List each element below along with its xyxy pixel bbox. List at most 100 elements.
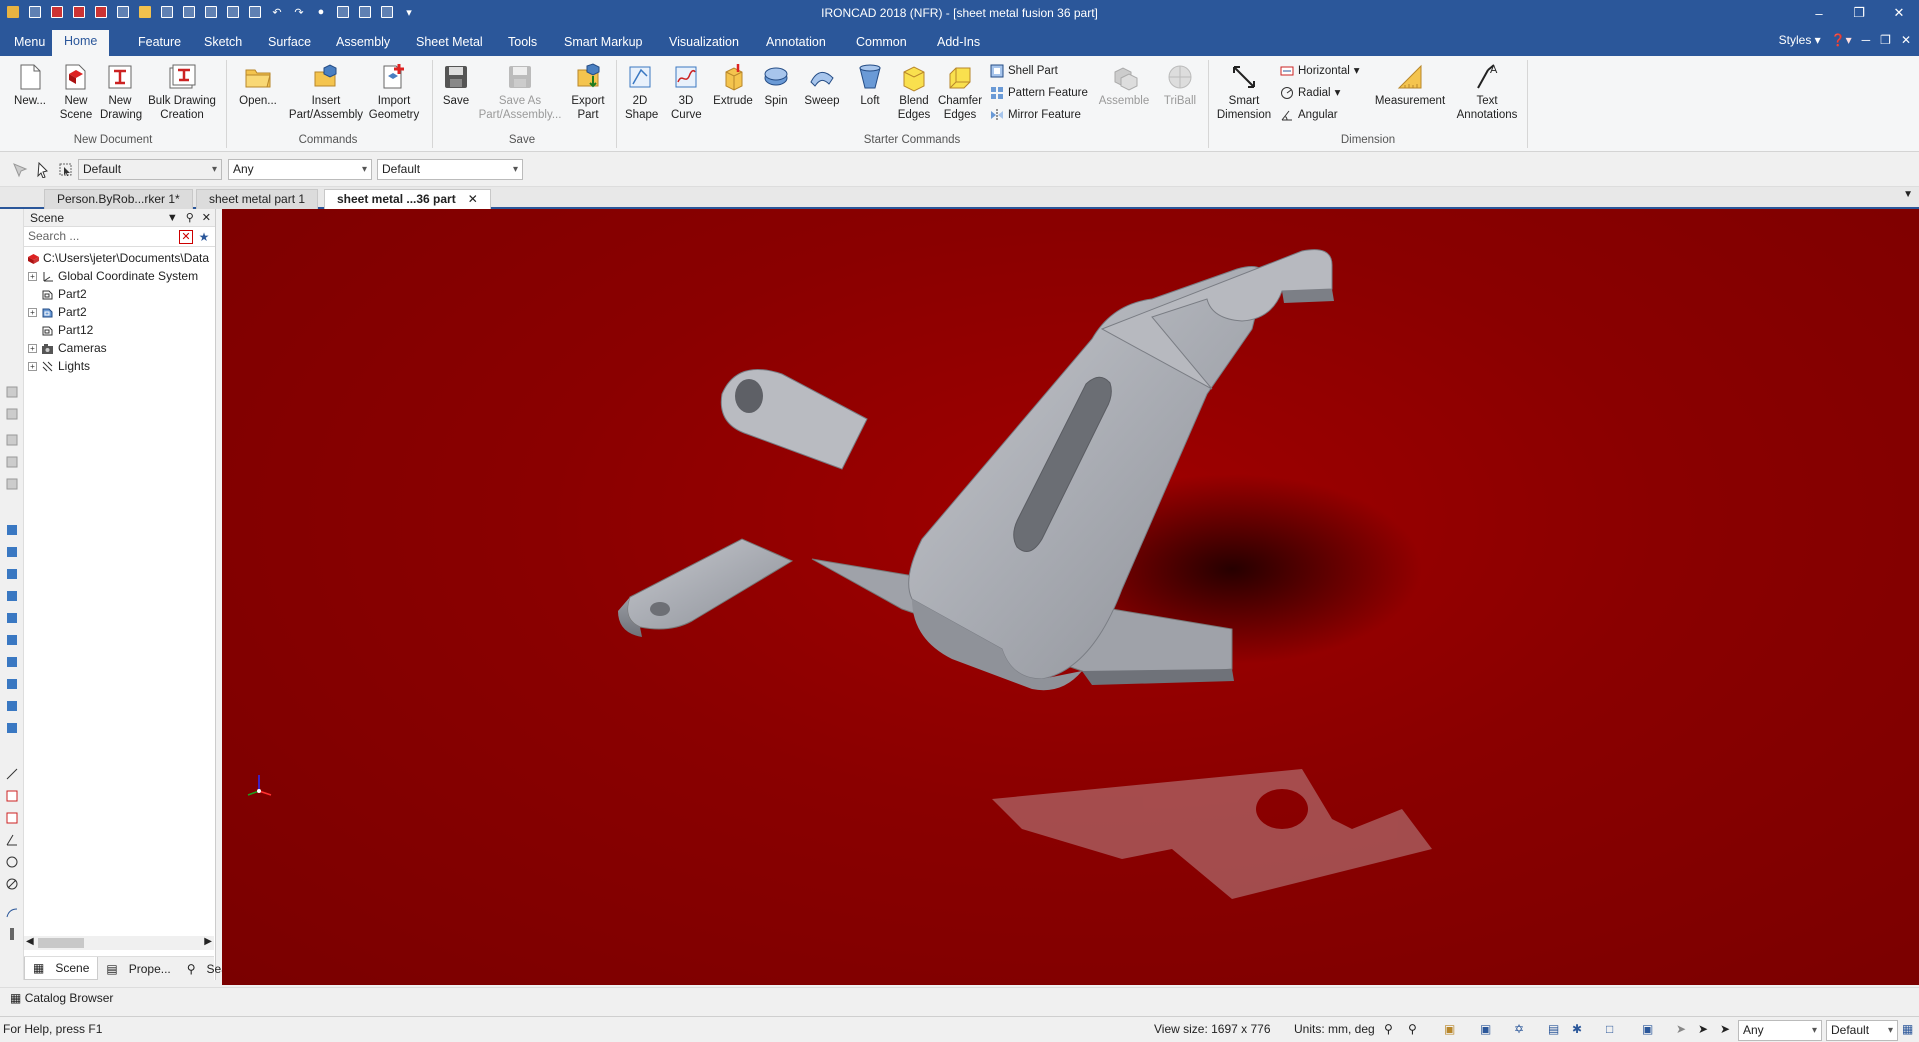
bulk-drawing-icon[interactable]	[92, 3, 110, 21]
view-orient-icon[interactable]: ▣	[1444, 1022, 1458, 1036]
intellishape-icon[interactable]	[5, 385, 19, 399]
scene-search-input[interactable]: Search ... ✕ ★	[24, 227, 215, 247]
section-view-icon[interactable]: □	[1606, 1022, 1620, 1036]
mirror-feature-button[interactable]: Mirror Feature	[990, 106, 1081, 124]
app-logo-icon[interactable]	[4, 3, 22, 21]
block-icon[interactable]	[5, 633, 19, 647]
panel-dropdown-icon[interactable]: ▼	[167, 209, 178, 227]
expand-icon[interactable]: +	[28, 308, 37, 317]
help-icon[interactable]: ❓▾	[1831, 33, 1852, 47]
tree-item-cameras[interactable]: + Cameras	[24, 339, 215, 357]
style-combo[interactable]: Default	[78, 159, 222, 180]
save-button[interactable]: Save	[436, 62, 476, 108]
mdi-restore-button[interactable]: ❐	[1880, 33, 1891, 47]
angle-icon[interactable]	[5, 833, 19, 847]
new-scene-icon[interactable]	[48, 3, 66, 21]
pin-icon[interactable]: ⚲	[186, 209, 194, 227]
mdi-close-button[interactable]: ✕	[1901, 33, 1911, 47]
triball-button[interactable]: TriBall	[1158, 62, 1202, 108]
bottom-tab-scene[interactable]: ▦ Scene	[24, 957, 99, 980]
block-icon[interactable]	[5, 589, 19, 603]
cube-icon[interactable]	[5, 407, 19, 421]
block-icon[interactable]	[5, 677, 19, 691]
properties-icon[interactable]	[334, 3, 352, 21]
block-icon[interactable]	[5, 545, 19, 559]
measurement-button[interactable]: Measurement	[1372, 62, 1448, 108]
tab-sheet-metal[interactable]: Sheet Metal	[404, 32, 495, 56]
tree-item-global-coordinate-system[interactable]: + Global Coordinate System	[24, 267, 215, 285]
redo-icon[interactable]: ↷	[290, 3, 308, 21]
curve-icon[interactable]	[5, 905, 19, 919]
print-icon[interactable]	[158, 3, 176, 21]
render-mode-icon[interactable]: ▣	[1480, 1022, 1494, 1036]
search-options-icon[interactable]: ★	[197, 230, 211, 244]
radial-dimension-button[interactable]: Radial ▾	[1280, 84, 1340, 102]
scroll-right-icon[interactable]: ▶	[204, 936, 212, 947]
3d-viewport[interactable]	[222, 209, 1919, 985]
zoom-window-icon[interactable]: ⚲	[1408, 1022, 1422, 1036]
bulk-drawing-creation-button[interactable]: Bulk Drawing Creation	[146, 62, 218, 122]
tab-feature[interactable]: Feature	[126, 32, 193, 56]
shell-part-button[interactable]: Shell Part	[990, 62, 1058, 80]
bottom-tab-properties[interactable]: ▤ Prope...	[98, 957, 178, 980]
doc-tab-person[interactable]: Person.ByRob...rker 1*	[44, 189, 193, 209]
select-filter-status-icon[interactable]: ➤	[1676, 1022, 1690, 1036]
block-icon[interactable]	[5, 567, 19, 581]
copy-icon[interactable]	[224, 3, 242, 21]
3d-curve-button[interactable]: 3D Curve	[666, 62, 706, 122]
open-folder-icon[interactable]	[136, 3, 154, 21]
tab-surface[interactable]: Surface	[256, 32, 323, 56]
insert-part-assembly-button[interactable]: Insert Part/Assembly	[284, 62, 368, 122]
clear-search-icon[interactable]: ✕	[179, 230, 193, 244]
tab-assembly[interactable]: Assembly	[324, 32, 402, 56]
ruler-icon[interactable]	[5, 927, 19, 941]
new-drawing-icon[interactable]	[70, 3, 88, 21]
save-as-part-assembly-button[interactable]: Save As Part/Assembly...	[476, 62, 564, 122]
new-file-icon[interactable]	[26, 3, 44, 21]
panel-close-icon[interactable]: ✕	[202, 209, 211, 227]
assemble-button[interactable]: Assemble	[1094, 62, 1154, 108]
pattern-feature-button[interactable]: Pattern Feature	[990, 84, 1088, 102]
stats-icon[interactable]: ▦	[1902, 1022, 1916, 1036]
select-filter-icon[interactable]	[12, 162, 28, 178]
drawing-icon[interactable]	[5, 811, 19, 825]
tree-item-lights[interactable]: + Lights	[24, 357, 215, 375]
sweep-button[interactable]: Sweep	[802, 62, 842, 108]
shading-icon[interactable]: ▤	[1548, 1022, 1562, 1036]
no-entry-icon[interactable]	[5, 877, 19, 891]
new-button[interactable]: New...	[10, 62, 50, 108]
select-mode-icon[interactable]	[58, 162, 74, 178]
horizontal-dimension-button[interactable]: Horizontal ▾	[1280, 62, 1360, 80]
block-icon[interactable]	[5, 523, 19, 537]
drawing-icon[interactable]	[5, 789, 19, 803]
scroll-left-icon[interactable]: ◀	[26, 936, 34, 947]
tab-list-dropdown-icon[interactable]: ▼	[1903, 189, 1913, 200]
close-button[interactable]: ✕	[1879, 0, 1919, 26]
tree-item-scene-root[interactable]: C:\Users\jeter\Documents\Data	[24, 249, 215, 267]
minimize-button[interactable]: –	[1799, 0, 1839, 26]
tree-item-part12[interactable]: Part12	[24, 321, 215, 339]
triball-status-icon[interactable]: ✱	[1572, 1022, 1586, 1036]
block-icon[interactable]	[5, 655, 19, 669]
cut-icon[interactable]	[202, 3, 220, 21]
save-quick-icon[interactable]	[114, 3, 132, 21]
block-icon[interactable]	[5, 721, 19, 735]
selection-filter-combo[interactable]: Any	[228, 159, 372, 180]
catalog-browser-bar[interactable]: ▦ Catalog Browser	[0, 987, 1919, 1009]
text-annotations-button[interactable]: A Text Annotations	[1452, 62, 1522, 122]
tab-add-ins[interactable]: Add-Ins	[925, 32, 992, 56]
scrollbar-thumb[interactable]	[38, 938, 84, 948]
zoom-icon[interactable]: ⚲	[1384, 1022, 1398, 1036]
tab-visualization[interactable]: Visualization	[657, 32, 751, 56]
new-drawing-button[interactable]: New Drawing	[96, 62, 144, 122]
smart-dimension-button[interactable]: Smart Dimension	[1212, 62, 1276, 122]
tree-item-part2[interactable]: Part2	[24, 285, 215, 303]
export-part-button[interactable]: Export Part	[564, 62, 612, 122]
expand-icon[interactable]: +	[28, 344, 37, 353]
tab-annotation[interactable]: Annotation	[754, 32, 838, 56]
snap-icon[interactable]: ✡	[1514, 1022, 1528, 1036]
expand-icon[interactable]: +	[28, 272, 37, 281]
blend-edges-button[interactable]: Blend Edges	[894, 62, 934, 122]
spin-tool-icon[interactable]	[5, 855, 19, 869]
loft-button[interactable]: Loft	[852, 62, 888, 108]
